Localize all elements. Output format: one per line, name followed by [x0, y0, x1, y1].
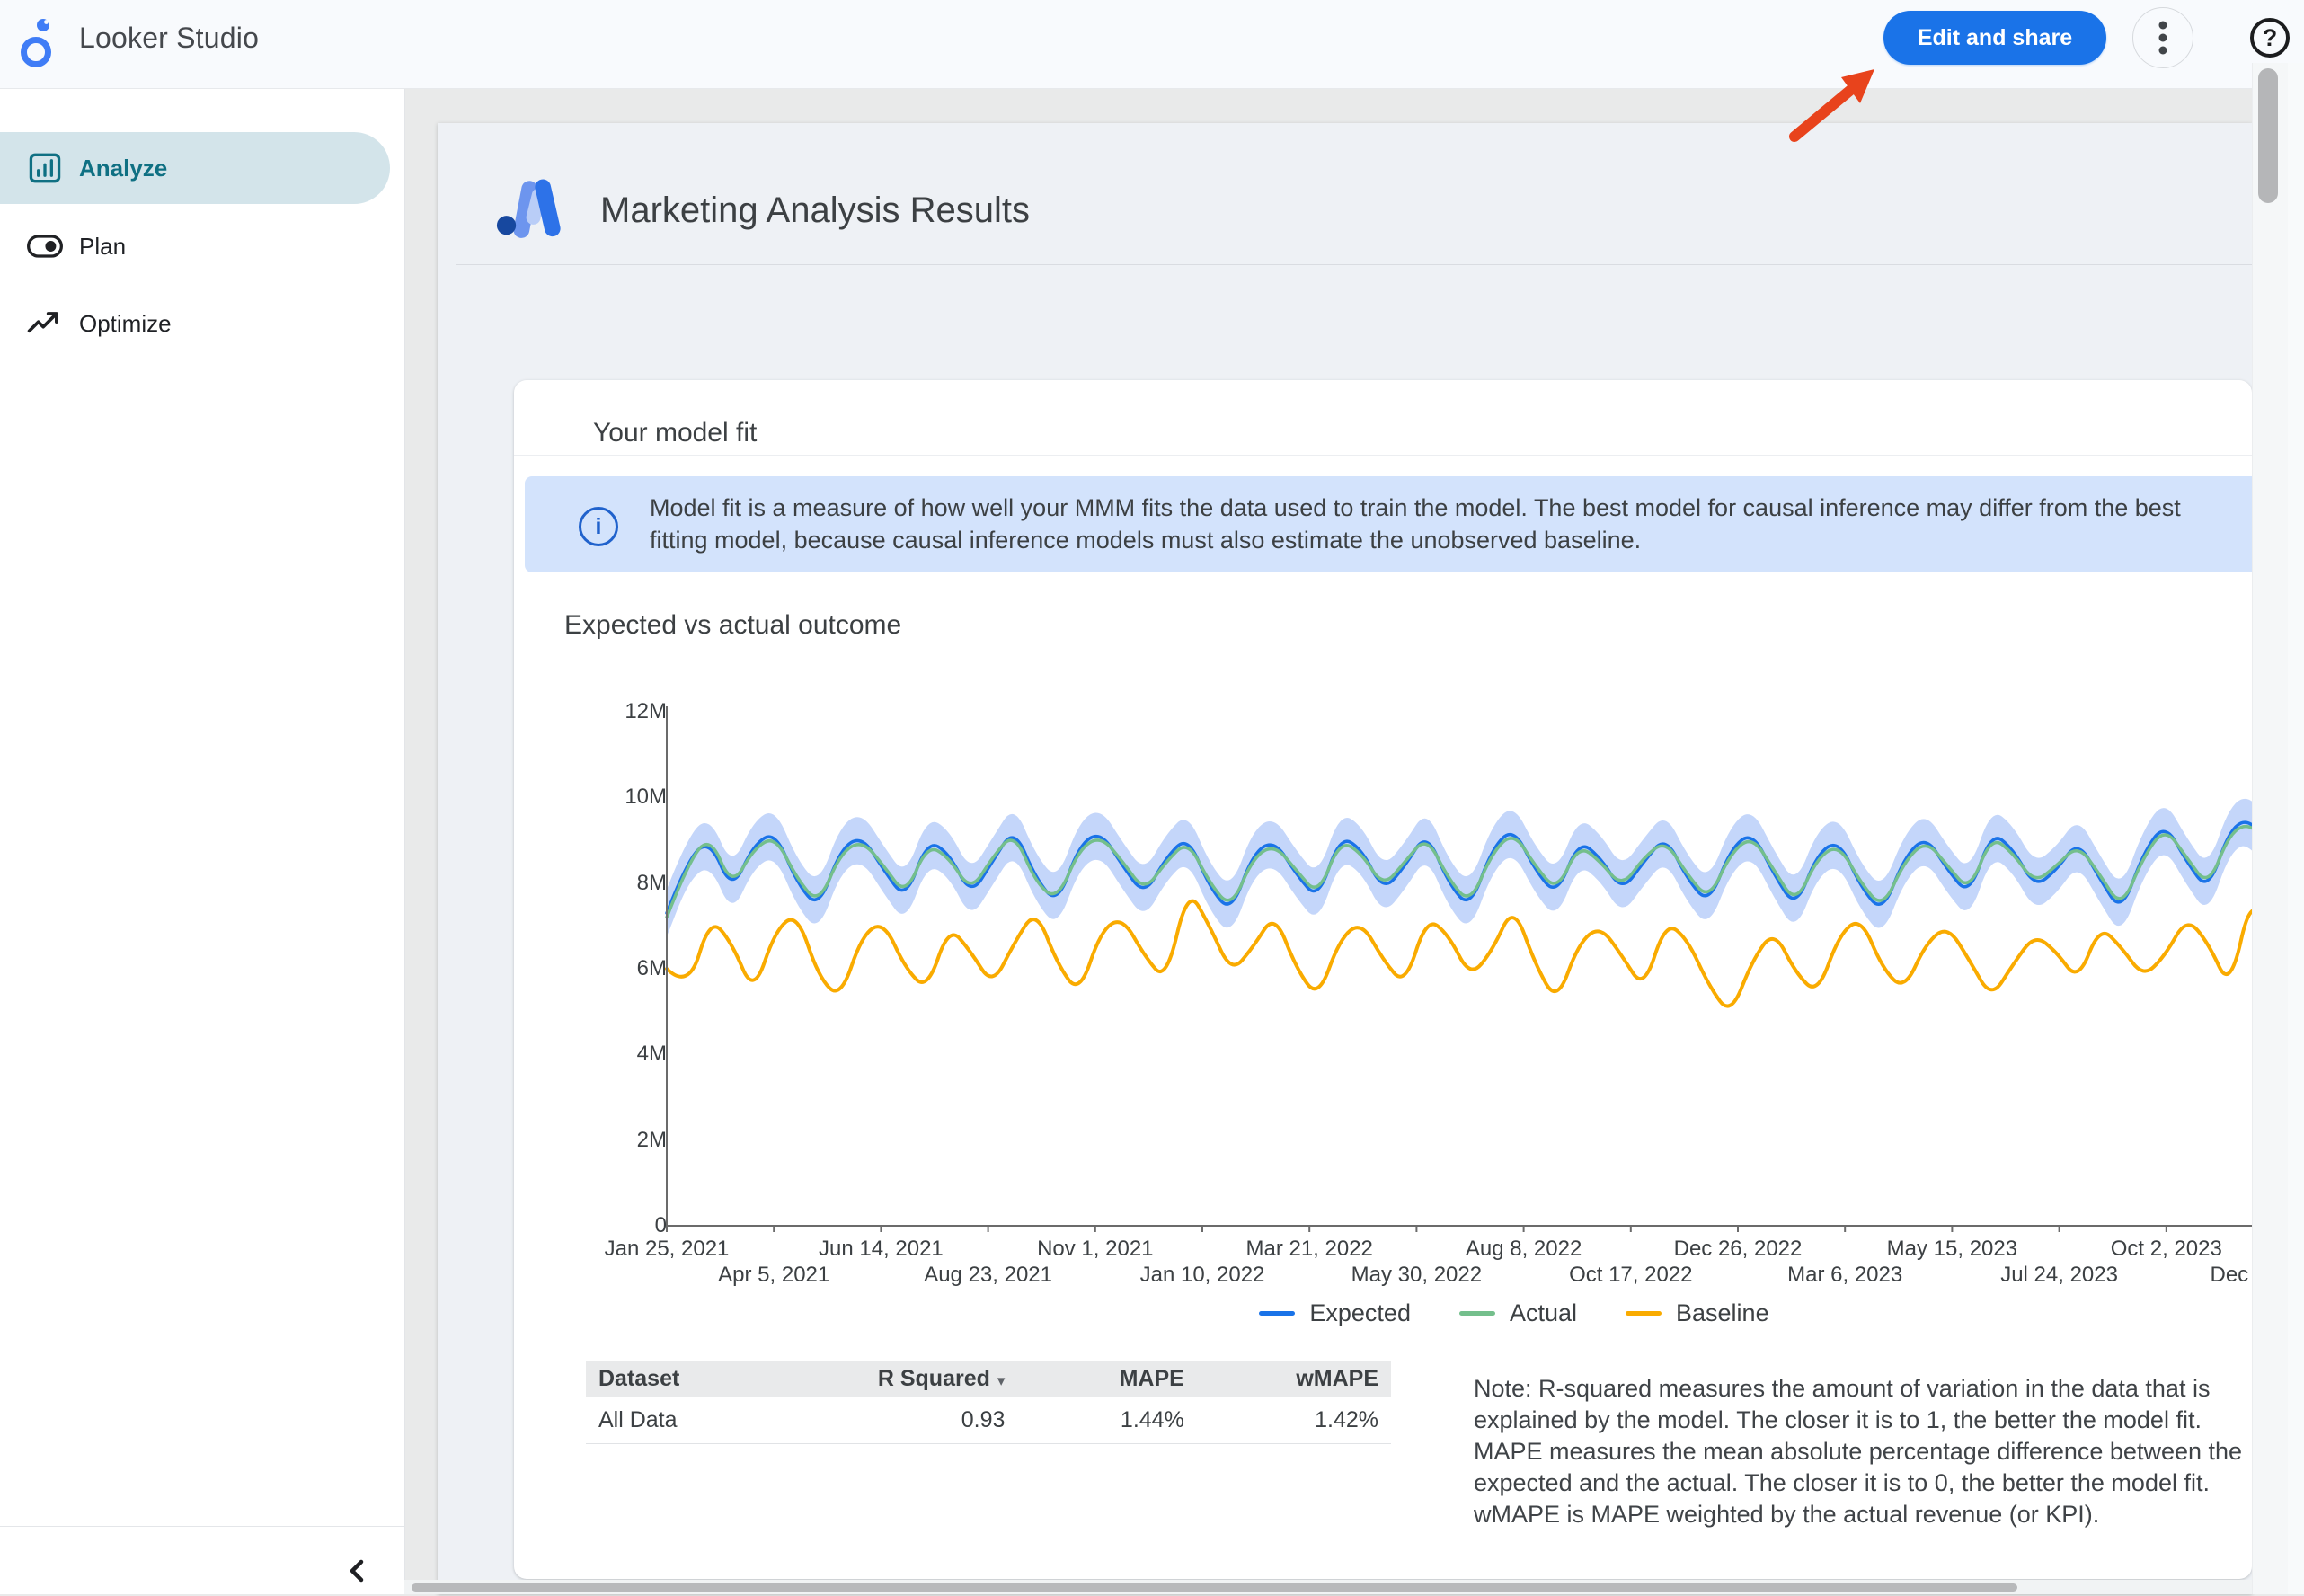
three-dot-menu-icon [2158, 18, 2168, 58]
vertical-scrollbar-thumb[interactable] [2258, 68, 2278, 203]
model-fit-chart[interactable]: 02M4M6M8M10M12M Jan 25, 2021Apr 5, 2021J… [589, 692, 2252, 1334]
x-tick-label: Mar 21, 2022 [1245, 1237, 1372, 1262]
x-tick-label: Aug 23, 2021 [924, 1263, 1052, 1288]
legend-label: Actual [1510, 1299, 1577, 1327]
y-tick-label: 4M [637, 1042, 667, 1067]
cell-r-squared: 0.93 [818, 1396, 1018, 1444]
meridian-logo-icon [490, 164, 585, 243]
toggle-icon [25, 226, 65, 266]
y-tick-label: 6M [637, 956, 667, 981]
legend-swatch-expected [1259, 1311, 1295, 1316]
x-tick-label: May 15, 2023 [1887, 1237, 2017, 1262]
x-tick-label: Oct 17, 2022 [1569, 1263, 1692, 1288]
x-tick-label: Mar 6, 2023 [1787, 1263, 1902, 1288]
x-tick-label: May 30, 2022 [1351, 1263, 1482, 1288]
info-banner-text: Model fit is a measure of how well your … [650, 492, 2237, 556]
x-tick-label: Apr 5, 2021 [718, 1263, 829, 1288]
sidebar-item-label: Plan [79, 233, 126, 261]
cell-mape: 1.44% [1017, 1396, 1196, 1444]
sidebar-item-label: Optimize [79, 310, 172, 338]
table-header-row: Dataset R Squared ▾ MAPE wMAPE [586, 1361, 1391, 1396]
question-mark-icon: ? [2263, 26, 2278, 50]
y-tick-label: 10M [625, 785, 667, 810]
legend-label: Expected [1309, 1299, 1411, 1327]
legend-item-actual[interactable]: Actual [1459, 1299, 1577, 1327]
legend-item-expected[interactable]: Expected [1259, 1299, 1411, 1327]
x-tick-label: Nov 1, 2021 [1037, 1237, 1153, 1262]
legend-label: Baseline [1676, 1299, 1769, 1327]
card-header-divider [514, 455, 2252, 456]
help-button[interactable]: ? [2250, 18, 2290, 58]
more-options-button[interactable] [2132, 7, 2193, 68]
x-tick-label: Dec 11, 2023 [2211, 1263, 2253, 1288]
cell-wmape: 1.42% [1197, 1396, 1391, 1444]
column-header-label: R Squared [878, 1366, 990, 1391]
x-tick-label: Jan 25, 2021 [605, 1237, 730, 1262]
sidebar-item-label: Analyze [79, 155, 167, 182]
x-tick-label: Jul 24, 2023 [2000, 1263, 2118, 1288]
model-fit-note: Note: R-squared measures the amount of v… [1474, 1373, 2252, 1530]
confidence-band [667, 799, 2252, 936]
legend-swatch-actual [1459, 1311, 1495, 1316]
vertical-scrollbar-track[interactable] [2252, 63, 2289, 1594]
x-tick-label: Oct 2, 2023 [2111, 1237, 2222, 1262]
chart-legend: Expected Actual Baseline [669, 1299, 2252, 1327]
report-title-divider [456, 264, 2252, 265]
chevron-left-icon [344, 1557, 371, 1584]
sidebar-footer-divider [0, 1526, 404, 1527]
x-tick-label: Jun 14, 2021 [819, 1237, 944, 1262]
sidebar-item-optimize[interactable]: Optimize [0, 288, 404, 359]
column-header-mape[interactable]: MAPE [1017, 1361, 1196, 1396]
y-tick-label: 0 [655, 1213, 667, 1238]
model-fit-card: Your model fit i Model fit is a measure … [514, 380, 2252, 1579]
info-banner: i Model fit is a measure of how well you… [525, 476, 2252, 572]
y-tick-label: 12M [625, 699, 667, 724]
model-fit-metrics-table: Dataset R Squared ▾ MAPE wMAPE All Data 0… [586, 1361, 1391, 1444]
card-title: Your model fit [593, 418, 757, 448]
x-tick-label: Jan 10, 2022 [1140, 1263, 1265, 1288]
sidebar-item-plan[interactable]: Plan [0, 210, 404, 282]
column-header-wmape[interactable]: wMAPE [1197, 1361, 1391, 1396]
app-name: Looker Studio [79, 22, 259, 55]
looker-studio-logo-icon [18, 14, 61, 70]
sort-caret-icon: ▾ [997, 1372, 1006, 1389]
info-icon: i [579, 507, 618, 546]
table-row: All Data 0.93 1.44% 1.42% [586, 1396, 1391, 1444]
column-header-r-squared[interactable]: R Squared ▾ [818, 1361, 1018, 1396]
left-nav-sidebar: Analyze Plan Optimize [0, 88, 405, 1594]
edit-and-share-button[interactable]: Edit and share [1883, 11, 2106, 65]
sidebar-item-analyze[interactable]: Analyze [0, 132, 404, 204]
legend-swatch-baseline [1626, 1311, 1662, 1316]
top-app-bar: Looker Studio Edit and share ? [0, 0, 2304, 89]
x-tick-label: Aug 8, 2022 [1466, 1237, 1582, 1262]
edit-and-share-label: Edit and share [1918, 25, 2072, 51]
bar-chart-icon [25, 148, 65, 188]
cell-dataset: All Data [586, 1396, 818, 1444]
report-title: Marketing Analysis Results [600, 191, 1030, 231]
y-tick-label: 8M [637, 871, 667, 896]
y-tick-label: 2M [637, 1128, 667, 1153]
chart-title: Expected vs actual outcome [564, 610, 901, 641]
column-header-dataset[interactable]: Dataset [586, 1361, 818, 1396]
trending-up-icon [25, 304, 65, 343]
collapse-sidebar-button[interactable] [332, 1546, 383, 1596]
horizontal-scrollbar-thumb[interactable] [412, 1583, 2017, 1592]
x-tick-label: Dec 26, 2022 [1674, 1237, 1803, 1262]
right-margin [2288, 63, 2304, 1594]
legend-item-baseline[interactable]: Baseline [1626, 1299, 1769, 1327]
